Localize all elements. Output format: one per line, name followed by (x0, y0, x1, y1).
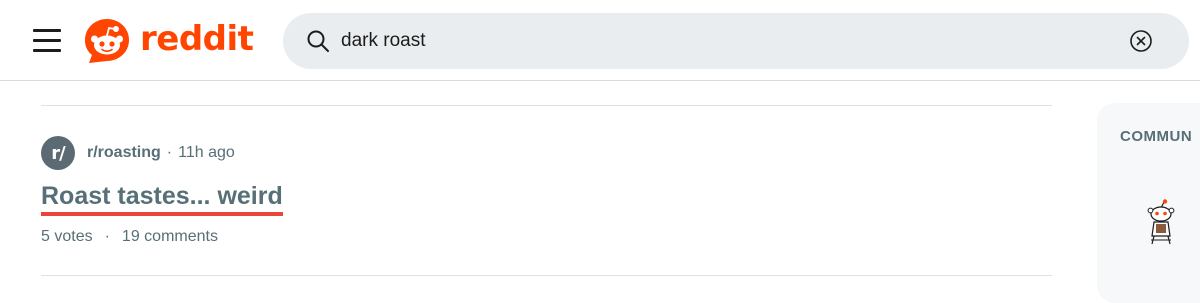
post-timestamp: 11h ago (178, 144, 235, 161)
sidebar-title: COMMUN (1120, 128, 1193, 145)
results-divider (41, 275, 1052, 276)
post-meta: r/ r/roasting · 11h ago (41, 136, 235, 170)
top-header: reddit (0, 0, 1200, 81)
subreddit-avatar[interactable]: r/ (41, 136, 75, 170)
comment-count[interactable]: 19 comments (122, 228, 218, 246)
snoo-mascot-icon (1147, 199, 1175, 245)
reddit-wordmark: reddit (140, 19, 254, 59)
stats-separator: · (104, 228, 110, 245)
hamburger-menu-icon[interactable] (33, 28, 61, 54)
search-bar[interactable] (283, 13, 1189, 69)
meta-separator: · (166, 144, 173, 161)
subreddit-link[interactable]: r/roasting (87, 144, 161, 162)
reddit-snoo-icon (85, 19, 129, 63)
search-input[interactable] (341, 13, 1101, 69)
post-stats: 5 votes · 19 comments (41, 228, 218, 246)
post-title-link[interactable]: Roast tastes... weird (41, 181, 283, 211)
vote-count: 5 votes (41, 228, 93, 245)
results-divider (41, 105, 1052, 106)
communities-sidebar: COMMUN (1097, 103, 1200, 303)
clear-icon[interactable] (1129, 29, 1153, 53)
search-icon (307, 30, 329, 52)
title-highlight-underline (41, 212, 283, 216)
reddit-logo[interactable]: reddit (83, 17, 254, 65)
